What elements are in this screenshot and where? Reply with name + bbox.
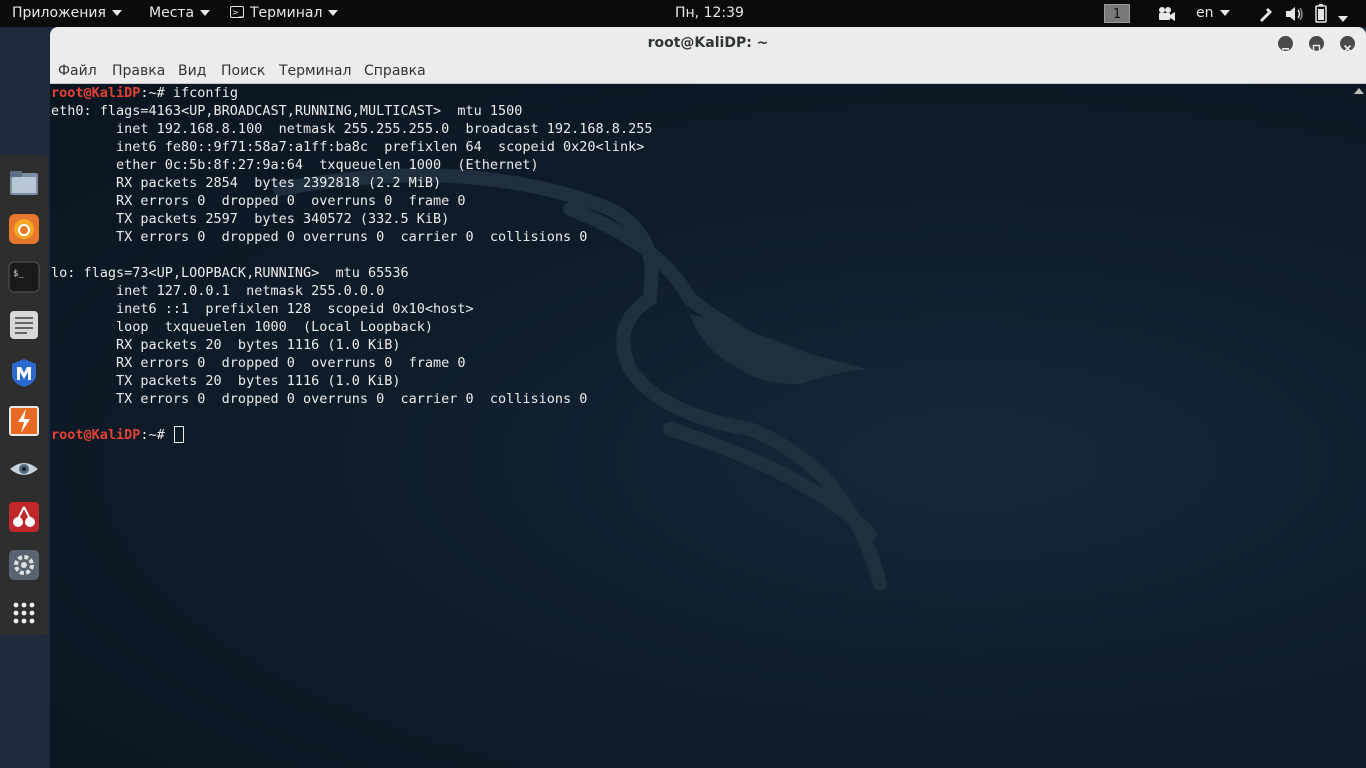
close-icon: [1343, 44, 1352, 53]
output-line: RX errors 0 dropped 0 overruns 0 frame 0: [116, 193, 466, 209]
output-line: RX packets 20 bytes 1116 (1.0 KiB): [116, 337, 401, 353]
maximize-icon: [1312, 44, 1321, 53]
places-label: Места: [149, 5, 195, 21]
clock-label: Пн, 12:39: [675, 5, 744, 21]
scroll-up-icon[interactable]: [1354, 88, 1364, 94]
prompt-user: root@KaliDP: [51, 427, 141, 443]
output-line: inet6 ::1 prefixlen 128 scopeid 0x10<hos…: [116, 301, 474, 317]
output-line: inet 127.0.0.1 netmask 255.0.0.0: [116, 283, 385, 299]
metasploit-icon: [12, 359, 36, 387]
dock-notes[interactable]: [8, 309, 40, 341]
menu-terminal[interactable]: Терминал: [279, 59, 351, 83]
typed-command: ifconfig: [172, 85, 238, 101]
maximize-button[interactable]: [1309, 36, 1324, 53]
chevron-down-icon: [200, 10, 211, 16]
workspace-indicator[interactable]: 1: [1104, 4, 1130, 23]
terminal-output: root@KaliDP:~# ifconfig eth0: flags=4163…: [51, 84, 652, 444]
terminal-icon: >_: [230, 6, 244, 18]
menu-bar: Файл Правка Вид Поиск Терминал Справка: [50, 59, 1366, 84]
volume-icon[interactable]: [1285, 6, 1305, 26]
chevron-down-icon: [111, 10, 122, 16]
firefox-icon: [9, 214, 39, 244]
output-line: TX errors 0 dropped 0 overruns 0 carrier…: [116, 229, 588, 245]
eye-icon: [10, 463, 38, 475]
terminal-area[interactable]: root@KaliDP:~# ifconfig eth0: flags=4163…: [50, 84, 1366, 768]
keyboard-layout-label: en: [1196, 5, 1214, 21]
dock-show-applications[interactable]: [8, 597, 40, 629]
cherrytree-icon: [9, 502, 39, 532]
burpsuite-icon: [9, 406, 39, 436]
applications-label: Приложения: [12, 5, 106, 21]
clock[interactable]: Пн, 12:39: [675, 0, 744, 27]
menu-view[interactable]: Вид: [178, 59, 206, 83]
files-icon: [10, 171, 38, 195]
prompt-path: :~#: [140, 85, 173, 101]
battery-icon[interactable]: [1315, 4, 1327, 27]
output-line: lo: flags=73<UP,LOOPBACK,RUNNING> mtu 65…: [51, 265, 409, 281]
text-cursor: [173, 426, 184, 443]
keyboard-layout-menu[interactable]: en: [1196, 0, 1230, 27]
menu-help[interactable]: Справка: [364, 59, 426, 83]
window-title: root@KaliDP: ~: [647, 35, 769, 51]
dock-firefox[interactable]: [8, 213, 40, 245]
window-titlebar[interactable]: root@KaliDP: ~: [50, 27, 1366, 59]
output-line: ether 0c:5b:8f:27:9a:64 txqueuelen 1000 …: [116, 157, 539, 173]
settings-icon: [9, 550, 39, 580]
output-line: TX packets 2597 bytes 340572 (332.5 KiB): [116, 211, 450, 227]
output-line: inet6 fe80::9f71:58a7:a1ff:ba8c prefixle…: [116, 139, 645, 155]
dock-settings[interactable]: [8, 549, 40, 581]
notes-icon: [10, 311, 38, 339]
places-menu[interactable]: Места: [149, 0, 211, 27]
prompt-user: root@KaliDP: [51, 85, 141, 101]
prompt-path: :~#: [140, 427, 173, 443]
dock-eye[interactable]: [8, 453, 40, 485]
dock-burpsuite[interactable]: [8, 405, 40, 437]
video-camera-icon[interactable]: [1156, 6, 1176, 26]
terminal-window: root@KaliDP: ~ Файл Правка Вид Поиск Тер…: [50, 27, 1366, 768]
close-button[interactable]: [1340, 36, 1355, 53]
menu-file[interactable]: Файл: [58, 59, 97, 83]
color-picker-icon[interactable]: [1257, 5, 1275, 27]
dock-terminal[interactable]: $_: [8, 261, 40, 293]
dock: $_: [0, 155, 48, 635]
terminal-icon: $_: [8, 261, 40, 293]
top-panel: Приложения Места >_ Терминал Пн, 12:39 1 …: [0, 0, 1366, 27]
svg-text:$_: $_: [13, 269, 24, 279]
terminal-app-menu[interactable]: >_ Терминал: [230, 0, 339, 27]
chevron-down-icon: [1338, 16, 1348, 22]
menu-edit[interactable]: Правка: [112, 59, 165, 83]
output-line: loop txqueuelen 1000 (Local Loopback): [116, 319, 434, 335]
command-output: eth0: flags=4163<UP,BROADCAST,RUNNING,MU…: [51, 103, 652, 407]
app-grid-icon: [13, 602, 35, 624]
system-menu-button[interactable]: [1338, 11, 1348, 27]
minimize-button[interactable]: [1278, 36, 1293, 51]
chevron-down-icon: [1219, 10, 1230, 16]
minimize-icon: [1282, 48, 1289, 50]
output-line: RX packets 2854 bytes 2392818 (2.2 MiB): [116, 175, 442, 191]
output-line: TX packets 20 bytes 1116 (1.0 KiB): [116, 373, 401, 389]
terminal-app-label: Терминал: [250, 5, 323, 21]
applications-menu[interactable]: Приложения: [12, 0, 122, 27]
menu-search[interactable]: Поиск: [221, 59, 265, 83]
output-line: RX errors 0 dropped 0 overruns 0 frame 0: [116, 355, 466, 371]
dock-metasploit[interactable]: [8, 357, 40, 389]
dock-files[interactable]: [8, 167, 40, 199]
output-line: TX errors 0 dropped 0 overruns 0 carrier…: [116, 391, 588, 407]
chevron-down-icon: [328, 10, 339, 16]
output-line: eth0: flags=4163<UP,BROADCAST,RUNNING,MU…: [51, 103, 523, 119]
output-line: inet 192.168.8.100 netmask 255.255.255.0…: [116, 121, 653, 137]
dock-cherrytree[interactable]: [8, 501, 40, 533]
